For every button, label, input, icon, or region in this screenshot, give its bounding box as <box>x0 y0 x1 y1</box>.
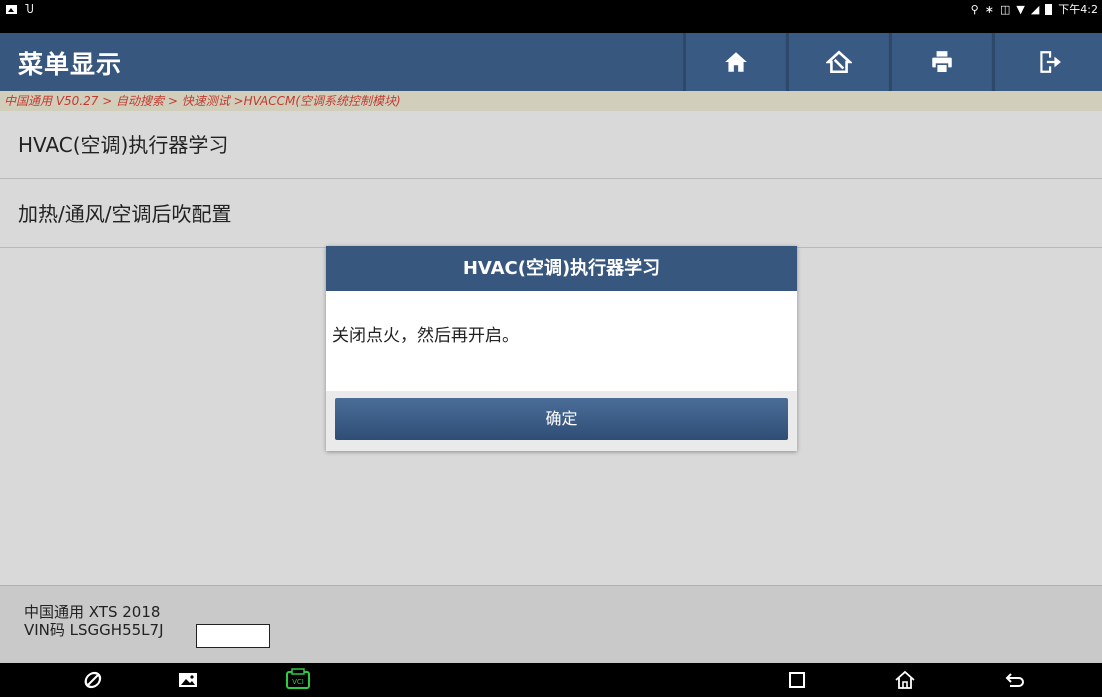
status-bar: Ⴎ ⚲ ∗ ◫ ▼ ◢ 下午4:2 <box>0 0 1102 33</box>
home-icon <box>724 52 747 72</box>
breadcrumb: 中国通用 V50.27 > 自动搜索 > 快速测试 >HVACCM(空调系统控制… <box>0 91 1102 111</box>
app-header: 菜单显示 <box>0 33 1102 91</box>
modal-dialog: HVAC(空调)执行器学习 关闭点火，然后再开启。 确定 <box>326 246 797 451</box>
location-icon: ⚲ <box>970 2 979 16</box>
print-button[interactable] <box>889 33 991 91</box>
house-tool-icon <box>825 50 852 74</box>
browser-icon[interactable] <box>78 663 108 697</box>
vin-number: VIN码 LSGGH55L7J <box>24 621 164 639</box>
menu-item-label: HVAC(空调)执行器学习 <box>18 133 229 157</box>
android-nav-bar: VCI <box>0 663 1102 697</box>
dialog-message: 关闭点火，然后再开启。 <box>326 291 797 391</box>
diagnostic-home-button[interactable] <box>786 33 888 91</box>
vehicle-info-footer: 中国通用 XTS 2018 VIN码 LSGGH55L7J <box>0 585 1102 663</box>
home-button[interactable] <box>683 33 785 91</box>
battery-icon <box>1045 3 1053 15</box>
vci-icon[interactable]: VCI <box>283 663 313 697</box>
svg-text:VCI: VCI <box>292 678 304 686</box>
signal-icon: ◢ <box>1030 2 1040 16</box>
menu-item-label: 加热/通风/空调后吹配置 <box>18 202 232 226</box>
printer-icon <box>931 51 952 74</box>
dialog-title: HVAC(空调)执行器学习 <box>326 246 797 291</box>
vin-redaction-box <box>196 624 270 648</box>
confirm-button[interactable]: 确定 <box>335 398 788 440</box>
exit-button[interactable] <box>992 33 1102 91</box>
menu-item-rear-blower-config[interactable]: 加热/通风/空调后吹配置 <box>0 180 1102 248</box>
menu-item-hvac-actuator-learn[interactable]: HVAC(空调)执行器学习 <box>0 111 1102 179</box>
gallery-notification-icon <box>6 4 17 14</box>
wifi-icon: ▼ <box>1016 2 1025 16</box>
gallery-icon[interactable] <box>173 663 203 697</box>
exit-icon <box>1039 51 1061 73</box>
home-nav-button[interactable] <box>890 663 920 697</box>
bluetooth-icon: ∗ <box>984 2 994 16</box>
usb-notification-icon: Ⴎ <box>25 2 34 16</box>
page-title: 菜单显示 <box>18 50 123 79</box>
recent-apps-button[interactable] <box>782 663 812 697</box>
back-nav-button[interactable] <box>1000 663 1030 697</box>
dialog-footer: 确定 <box>326 391 797 451</box>
status-time: 下午4:2 <box>1058 3 1098 16</box>
vibrate-icon: ◫ <box>999 2 1011 16</box>
